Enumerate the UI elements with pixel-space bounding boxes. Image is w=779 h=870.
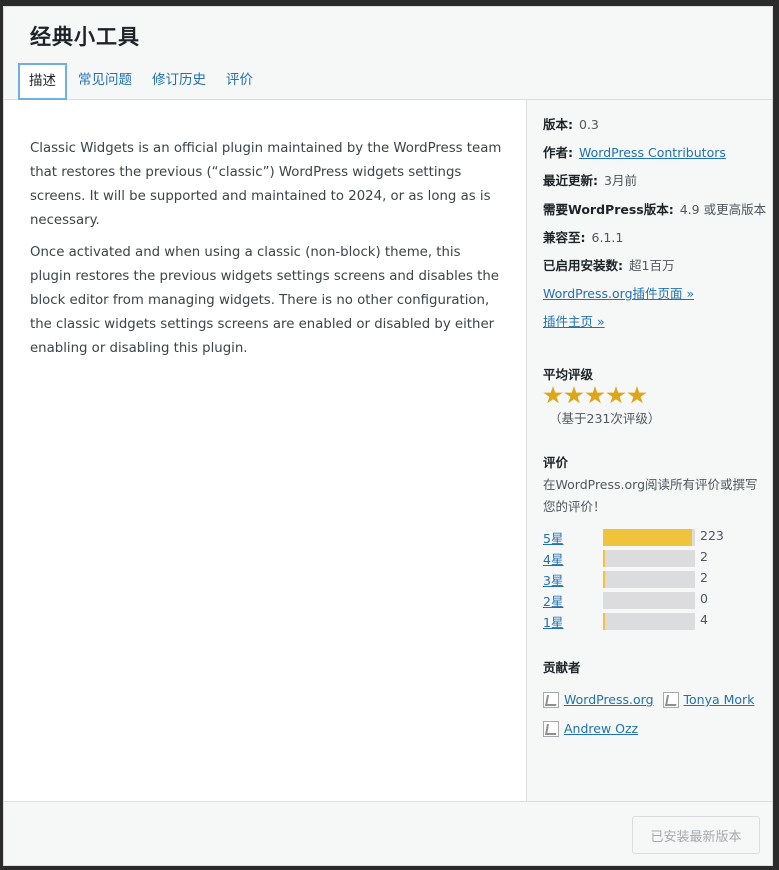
description-paragraph: Once activated and when using a classic …: [30, 245, 499, 356]
rating-bar-track: [603, 592, 695, 609]
version-row: 版本: 0.3: [543, 117, 773, 145]
modal-header: 经典小工具 描述 常见问题 修订历史 评价: [4, 7, 772, 100]
avatar-icon: [543, 691, 559, 708]
contributors-list: WordPress.org Tonya Mork Andrew Ozz: [543, 685, 768, 743]
contributors-title: 贡献者: [543, 660, 581, 675]
rating-count: （基于231次评级）: [549, 411, 661, 426]
rating-3-link[interactable]: 3星: [543, 570, 563, 589]
rating-row-2: 2星 0: [543, 591, 763, 612]
average-rating-title: 平均评级: [543, 367, 594, 382]
contributor-item[interactable]: Andrew Ozz: [543, 720, 638, 737]
tab-reviews[interactable]: 评价: [216, 63, 263, 100]
rating-row-1: 1星 4: [543, 612, 763, 633]
contributor-link[interactable]: Andrew Ozz: [564, 721, 638, 736]
reviews-title: 评价: [543, 455, 569, 470]
installs-value: 超1百万: [629, 257, 675, 273]
rating-count-value: 2: [700, 549, 708, 564]
rating-bar-track: [603, 550, 695, 567]
homepage-row: 插件主页 »: [543, 314, 773, 342]
avatar-icon: [662, 691, 679, 708]
rating-1-link[interactable]: 1星: [543, 612, 563, 631]
plugin-details-modal: 经典小工具 描述 常见问题 修订历史 评价 Classic Widgets is…: [3, 6, 773, 866]
description-paragraph: Classic Widgets is an official plugin ma…: [30, 141, 502, 228]
plugin-title: 经典小工具: [30, 25, 140, 49]
contributors-row: Andrew Ozz: [543, 714, 768, 743]
contributors-row: WordPress.org Tonya Mork: [543, 685, 768, 714]
rating-count-value: 0: [700, 591, 708, 606]
plugin-page-link[interactable]: WordPress.org插件页面 »: [543, 286, 694, 301]
updated-value: 3月前: [604, 173, 637, 189]
star-icon: [543, 386, 563, 404]
rating-2-link[interactable]: 2星: [543, 591, 563, 610]
author-label: 作者:: [543, 145, 573, 161]
requires-label: 需要WordPress版本:: [543, 201, 674, 217]
version-label: 版本:: [543, 117, 573, 132]
plugin-page-row: WordPress.org插件页面 »: [543, 286, 773, 314]
tab-faq[interactable]: 常见问题: [68, 63, 142, 100]
author-row: 作者: WordPress Contributors: [543, 145, 773, 173]
installs-row: 已启用安装数: 超1百万: [543, 258, 773, 286]
tested-row: 兼容至: 6.1.1: [543, 230, 773, 258]
rating-row-5: 5星 223: [543, 528, 763, 549]
tab-changelog[interactable]: 修订历史: [142, 63, 216, 100]
modal-footer: 已安装最新版本: [4, 801, 772, 865]
star-rating: [543, 386, 648, 405]
star-icon: [627, 386, 647, 404]
tab-bar: 描述 常见问题 修订历史 评价: [18, 63, 263, 100]
star-icon: [606, 386, 626, 404]
rating-5-link[interactable]: 5星: [543, 528, 563, 547]
description-content: Classic Widgets is an official plugin ma…: [30, 137, 502, 369]
tested-value: 6.1.1: [591, 229, 624, 245]
plugin-info-sidebar: 版本: 0.3 作者: WordPress Contributors 最近更新: 3月…: [526, 100, 772, 802]
rating-bar-track: [603, 571, 695, 588]
rating-count-value: 223: [700, 528, 724, 543]
avatar-icon: [543, 720, 559, 737]
author-link[interactable]: WordPress Contributors: [579, 145, 726, 160]
rating-count-value: 4: [700, 612, 708, 627]
tested-label: 兼容至:: [543, 229, 586, 245]
tab-description[interactable]: 描述: [18, 63, 67, 100]
contributor-item[interactable]: WordPress.org: [543, 691, 654, 708]
rating-bar-track: [603, 613, 695, 630]
rating-count-value: 2: [700, 570, 708, 585]
rating-breakdown: 5星 223 4星 2 3星 2 2星 0 1星 4: [543, 528, 763, 633]
rating-row-4: 4星 2: [543, 549, 763, 570]
contributor-link[interactable]: Tonya Mork: [684, 692, 755, 707]
rating-bar-fill: [603, 571, 605, 588]
contributor-item[interactable]: Tonya Mork: [662, 691, 755, 708]
plugin-homepage-link[interactable]: 插件主页 »: [543, 314, 605, 329]
rating-bar-fill: [603, 529, 692, 546]
installed-latest-button[interactable]: 已安装最新版本: [632, 816, 760, 854]
requires-value: 4.9 或更高版本: [679, 201, 767, 217]
rating-row-3: 3星 2: [543, 570, 763, 591]
rating-bar-fill: [603, 550, 605, 567]
rating-bar-track: [603, 529, 695, 546]
rating-4-link[interactable]: 4星: [543, 549, 563, 568]
contributor-link[interactable]: WordPress.org: [564, 692, 654, 707]
star-icon: [564, 386, 584, 404]
version-value: 0.3: [579, 117, 599, 132]
installs-label: 已启用安装数:: [543, 257, 623, 273]
rating-bar-fill: [603, 613, 605, 630]
plugin-meta: 版本: 0.3 作者: WordPress Contributors 最近更新: 3月…: [543, 117, 773, 343]
updated-label: 最近更新:: [543, 173, 598, 189]
star-icon: [585, 386, 605, 404]
requires-row: 需要WordPress版本: 4.9 或更高版本: [543, 202, 773, 230]
reviews-text: 在WordPress.org阅读所有评价或撰写您的评价！: [543, 477, 758, 514]
updated-row: 最近更新: 3月前: [543, 173, 773, 201]
